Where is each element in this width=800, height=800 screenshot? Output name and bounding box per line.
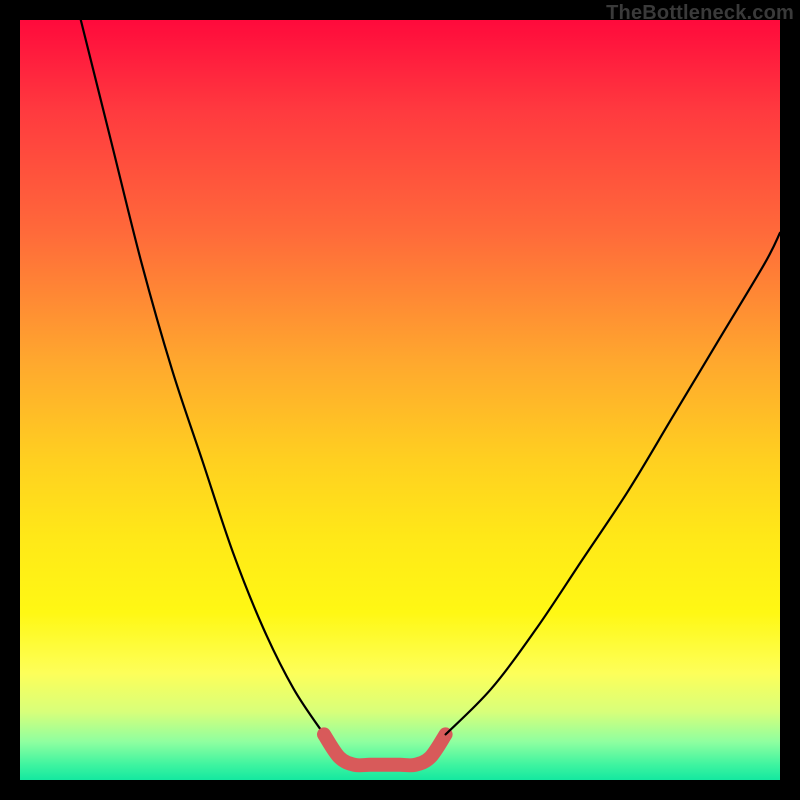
plot-area: [20, 20, 780, 780]
curve-right: [446, 233, 780, 735]
curve-left: [81, 20, 324, 734]
watermark-text: TheBottleneck.com: [606, 2, 794, 25]
chart-svg: [20, 20, 780, 780]
chart-frame: TheBottleneck.com: [0, 0, 800, 800]
curve-valley: [324, 734, 446, 765]
